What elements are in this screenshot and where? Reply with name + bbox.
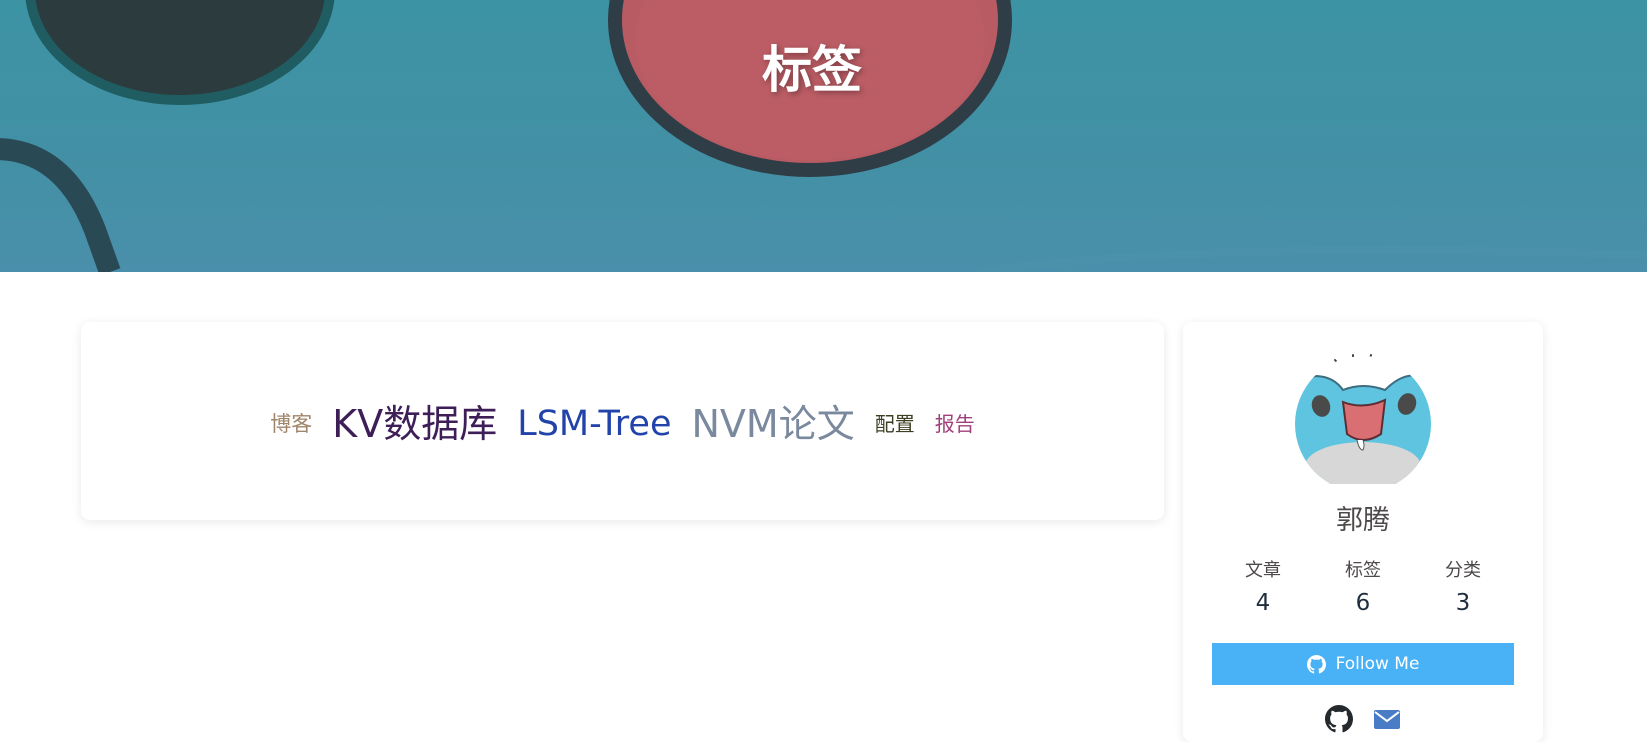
stat-value: 6 [1355, 590, 1371, 616]
stat-value: 4 [1255, 590, 1271, 616]
author-avatar[interactable] [1293, 354, 1433, 484]
header-banner: 标签 [0, 0, 1647, 272]
tag-link[interactable]: 报告 [935, 414, 975, 434]
tag-link[interactable]: KV数据库 [332, 405, 497, 443]
stat-value: 3 [1455, 590, 1471, 616]
follow-me-label: Follow Me [1335, 654, 1420, 674]
follow-me-button[interactable]: Follow Me [1212, 643, 1514, 685]
stat-tags[interactable]: 标签 6 [1313, 556, 1413, 616]
stat-label: 分类 [1445, 560, 1481, 581]
tag-link[interactable]: 博客 [270, 413, 312, 435]
stat-label: 标签 [1345, 560, 1381, 581]
page-title: 标签 [762, 41, 862, 99]
tag-cloud-card: 博客 KV数据库 LSM-Tree NVM论文 配置 报告 [81, 322, 1164, 520]
github-icon [1306, 654, 1326, 674]
tag-link[interactable]: NVM论文 [691, 405, 854, 443]
stat-articles[interactable]: 文章 4 [1213, 556, 1313, 616]
email-icon[interactable] [1373, 705, 1401, 733]
stat-categories[interactable]: 分类 3 [1413, 556, 1513, 616]
tag-link[interactable]: LSM-Tree [517, 406, 671, 442]
github-icon[interactable] [1325, 705, 1353, 733]
author-name: 郭腾 [1336, 505, 1390, 536]
tag-link[interactable]: 配置 [875, 414, 915, 434]
tag-cloud: 博客 KV数据库 LSM-Tree NVM论文 配置 报告 [81, 322, 1164, 520]
stat-label: 文章 [1245, 560, 1281, 581]
author-profile-card: 郭腾 文章 4 标签 6 分类 3 Follow Me [1183, 322, 1543, 742]
